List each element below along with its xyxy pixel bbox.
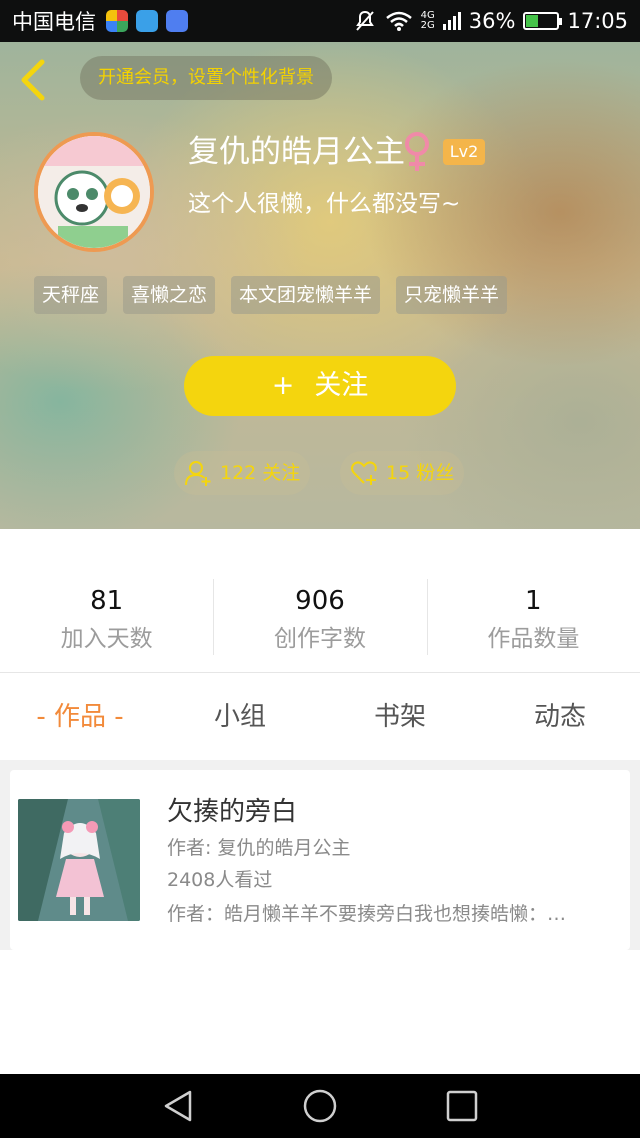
tab-bookshelf[interactable]: 书架 bbox=[320, 674, 480, 760]
profile-tabs: - 作品 - 小组 书架 动态 bbox=[0, 674, 640, 760]
work-cover-image bbox=[18, 799, 140, 921]
tag-item: 天秤座 bbox=[34, 276, 108, 314]
profile-header: 开通会员，设置个性化背景 复仇的皓月公主 Lv2 这个人很懒，什么都没写~ 天秤… bbox=[0, 42, 640, 529]
status-bar: 中国电信 4G 2G 36% 17:05 bbox=[0, 0, 640, 42]
tag-item: 本文团宠懒羊羊 bbox=[231, 276, 381, 314]
follow-button[interactable]: + 关注 bbox=[184, 356, 456, 416]
tab-activity[interactable]: 动态 bbox=[480, 674, 640, 760]
stat-value: 1 bbox=[525, 586, 542, 616]
tag-item: 喜懒之恋 bbox=[123, 276, 216, 314]
stat-value: 906 bbox=[295, 586, 345, 616]
work-intro: 作者：皓月懒羊羊不要揍旁白我也想揍皓懒：… bbox=[167, 903, 567, 925]
profile-stats: 81 加入天数 906 创作字数 1 作品数量 bbox=[0, 529, 640, 673]
stat-days-joined: 81 加入天数 bbox=[0, 529, 213, 672]
wifi-icon bbox=[385, 11, 412, 31]
network-type: 4G 2G bbox=[421, 11, 435, 31]
circle-home-icon[interactable] bbox=[302, 1088, 338, 1124]
app-notification-icon bbox=[106, 10, 128, 32]
plus-icon: + bbox=[271, 370, 295, 401]
tab-groups[interactable]: 小组 bbox=[160, 674, 320, 760]
stat-value: 81 bbox=[90, 586, 124, 616]
stat-label: 作品数量 bbox=[487, 626, 580, 652]
location-app-icon bbox=[136, 10, 158, 32]
chevron-left-icon bbox=[21, 59, 45, 101]
back-button[interactable] bbox=[16, 58, 52, 102]
nickname: 复仇的皓月公主 bbox=[188, 134, 405, 170]
user-add-icon bbox=[185, 461, 211, 486]
stat-label: 创作字数 bbox=[273, 626, 366, 652]
tag-item: 只宠懒羊羊 bbox=[396, 276, 508, 314]
battery-percent: 36% bbox=[468, 9, 516, 33]
work-author: 作者: 复仇的皓月公主 bbox=[167, 837, 351, 859]
level-badge: Lv2 bbox=[443, 139, 485, 165]
cover-illustration bbox=[18, 799, 140, 921]
stat-words-written: 906 创作字数 bbox=[213, 529, 426, 672]
avatar[interactable] bbox=[34, 132, 154, 252]
avatar-image bbox=[38, 136, 150, 248]
bio-text: 这个人很懒，什么都没写~ bbox=[188, 191, 461, 217]
following-count: 122 关注 bbox=[220, 462, 301, 484]
heart-add-icon bbox=[351, 461, 377, 485]
triangle-back-icon[interactable] bbox=[160, 1088, 196, 1124]
vip-background-banner[interactable]: 开通会员，设置个性化背景 bbox=[80, 56, 332, 100]
baidu-app-icon bbox=[166, 10, 188, 32]
work-card[interactable]: 欠揍的旁白 作者: 复仇的皓月公主 2408人看过 作者：皓月懒羊羊不要揍旁白我… bbox=[10, 770, 630, 950]
square-recent-icon[interactable] bbox=[444, 1088, 480, 1124]
tab-works[interactable]: - 作品 - bbox=[0, 674, 160, 760]
stat-label: 加入天数 bbox=[60, 626, 153, 652]
fans-count: 15 粉丝 bbox=[386, 462, 455, 484]
stat-works-count: 1 作品数量 bbox=[426, 529, 640, 672]
carrier-name: 中国电信 bbox=[12, 10, 96, 34]
fans-count-button[interactable]: 15 粉丝 bbox=[340, 451, 465, 495]
battery-icon bbox=[523, 12, 563, 30]
mute-icon bbox=[355, 10, 374, 31]
tag-list: 天秤座 喜懒之恋 本文团宠懒羊羊 只宠懒羊羊 bbox=[34, 276, 508, 314]
following-count-button[interactable]: 122 关注 bbox=[174, 451, 311, 495]
signal-icon bbox=[442, 12, 461, 30]
follow-label: 关注 bbox=[314, 370, 369, 401]
system-navigation-bar bbox=[0, 1074, 640, 1138]
female-icon bbox=[405, 132, 429, 171]
clock: 17:05 bbox=[567, 9, 628, 33]
network-2g: 2G bbox=[420, 20, 435, 31]
work-title: 欠揍的旁白 bbox=[167, 797, 298, 827]
work-views: 2408人看过 bbox=[167, 869, 273, 891]
